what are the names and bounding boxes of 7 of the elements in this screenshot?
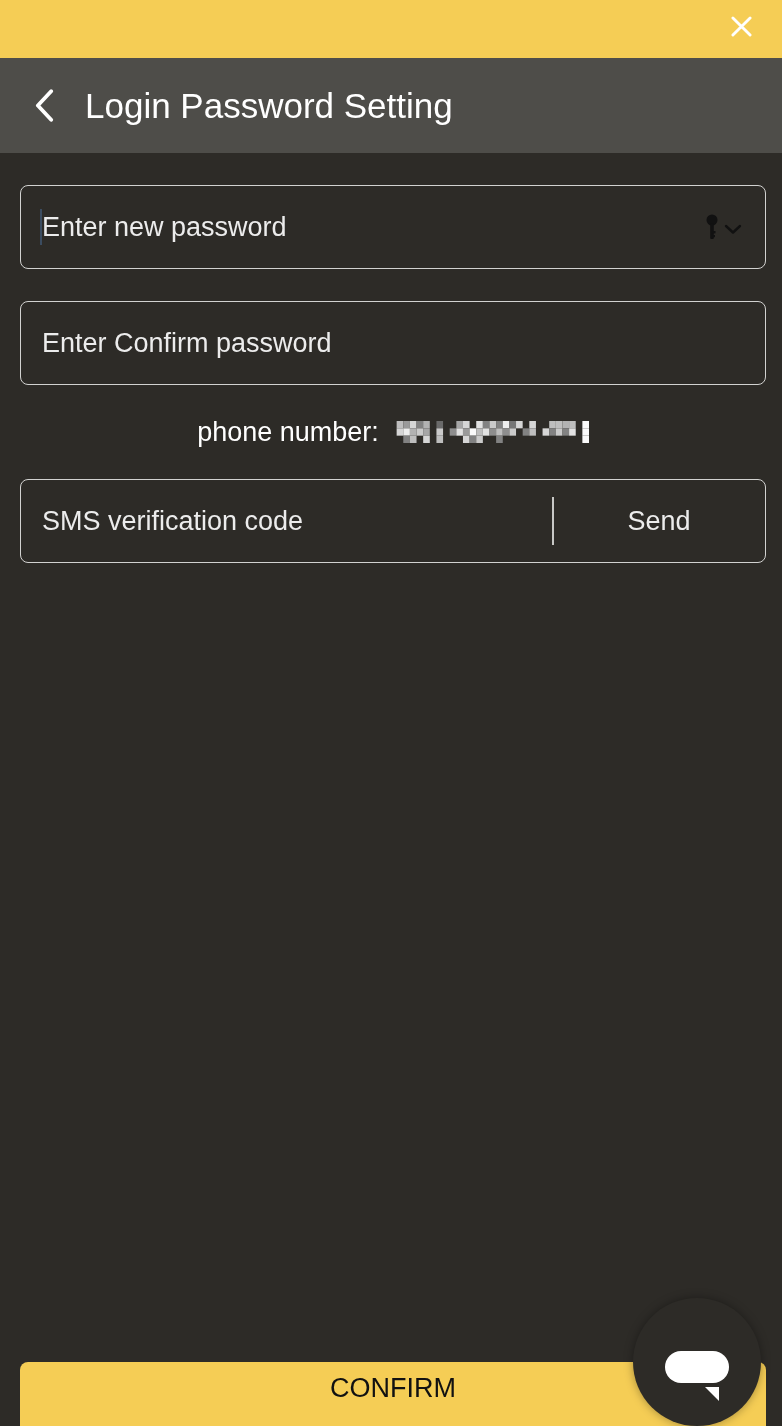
chat-bubble-icon: [664, 1351, 729, 1401]
password-field[interactable]: Enter Confirm password: [20, 301, 766, 385]
page-title: Login Password Setting: [85, 84, 453, 127]
back-icon[interactable]: [35, 89, 54, 122]
phone-number-label: phone number:: [197, 416, 379, 449]
password-field[interactable]: Enter new password: [20, 185, 766, 269]
send-button[interactable]: Send: [554, 481, 764, 561]
